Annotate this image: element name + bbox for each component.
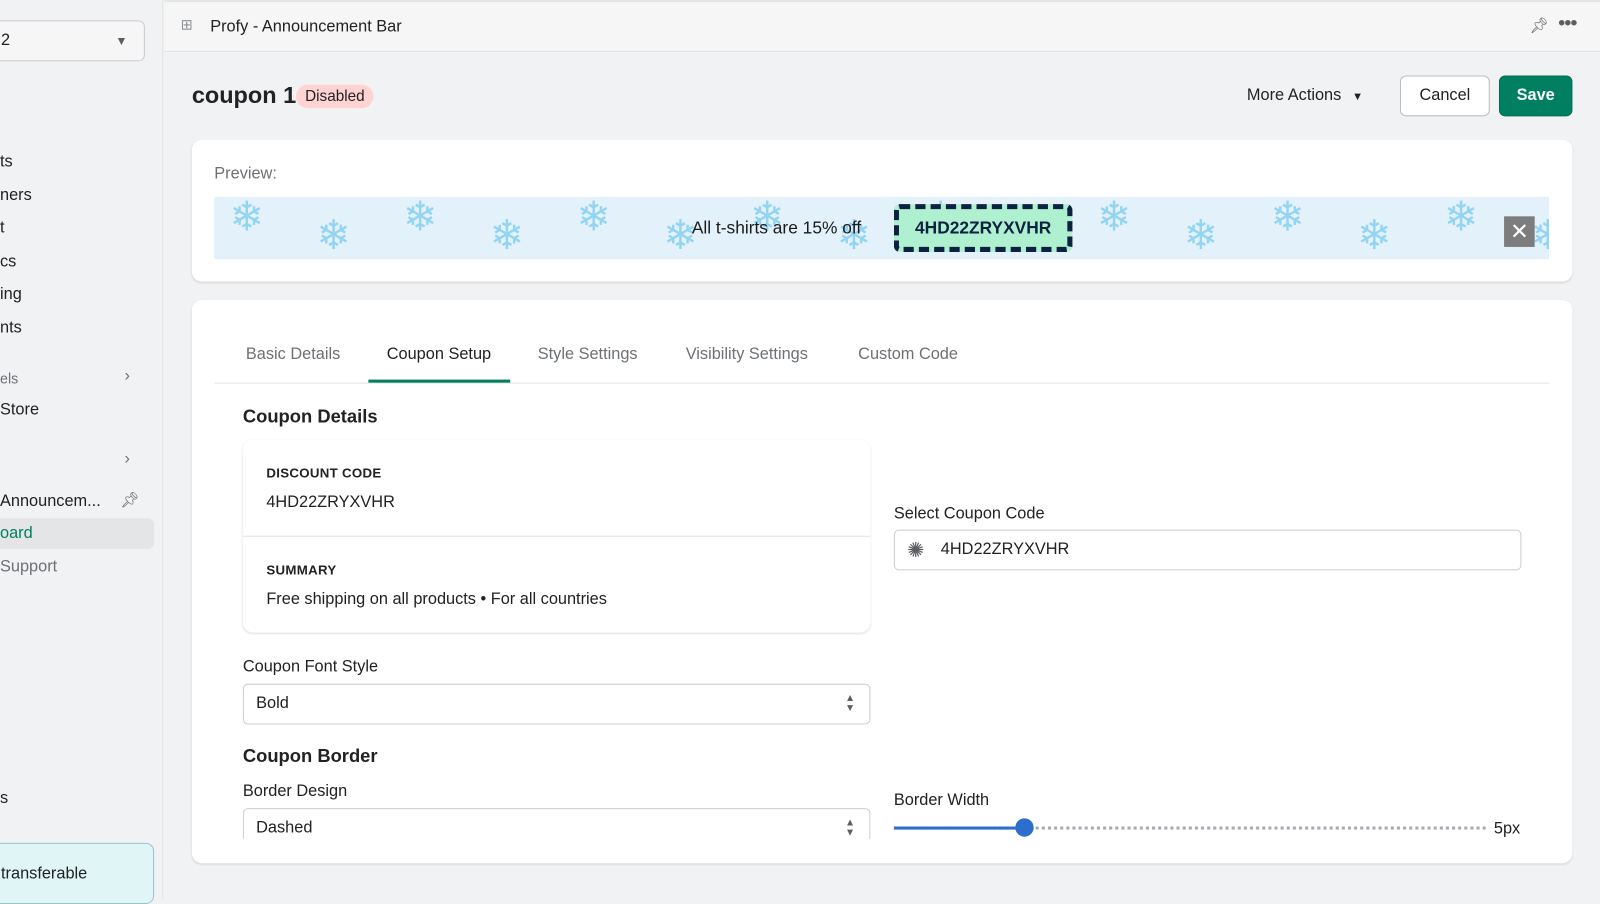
font-style-select[interactable]: Bold ▲ ▼ [242,683,871,725]
discount-code-value: 4HD22ZRYXVHR [266,493,395,512]
snowflake-icon: ❄ [316,213,351,259]
pin-icon[interactable]: 📌︎ [1530,16,1549,34]
close-icon[interactable]: ✕ [1504,216,1535,247]
snowflake-icon: ❄ [229,196,264,240]
border-design-value: Dashed [256,819,313,837]
snowflake-icon: ❄ [489,213,524,259]
tab-coupon-setup[interactable]: Coupon Setup [387,346,491,364]
tab-style-settings[interactable]: Style Settings [538,346,638,364]
more-actions-button[interactable]: More Actions ▼ [1247,87,1363,105]
sidebar-item-app[interactable]: Announcem... [0,493,101,511]
sidebar-item[interactable]: ing [0,286,22,304]
summary-value: Free shipping on all products • For all … [266,590,607,609]
sidebar-banner[interactable]: transferable [0,842,155,904]
snowflake-icon: ❄ [1096,196,1132,240]
summary-label: SUMMARY [266,562,337,578]
store-select[interactable]: 2 ▼ [0,20,145,62]
font-style-value: Bold [256,694,289,713]
chevron-right-icon[interactable]: › [124,367,129,385]
sidebar-item[interactable]: ts [0,153,13,171]
snowflake-icon: ❄ [1270,196,1305,240]
sidebar: 2 ▼ ts ners t cs ing nts els › Store › An… [0,0,164,904]
divider [242,535,871,537]
slider-thumb[interactable] [1014,818,1034,837]
sidebar-item[interactable]: nts [0,319,22,337]
border-design-clip: Dashed ▲ ▼ [242,808,871,839]
preview-card: Preview: ❄❄❄❄❄❄❄❄❄❄❄❄❄❄❄❄ All t-shirts a… [191,139,1573,282]
app-grid-icon: ⊞ [180,16,193,33]
tab-custom-code[interactable]: Custom Code [858,346,958,364]
more-icon[interactable]: ••• [1558,12,1577,35]
caret-down-icon: ▼ [1351,90,1364,104]
sidebar-item[interactable]: ners [0,187,32,205]
select-arrows-icon: ▲ ▼ [844,692,856,715]
select-coupon-input[interactable]: ✺ 4HD22ZRYXVHR [893,529,1522,571]
border-design-select[interactable]: Dashed ▲ ▼ [242,808,871,839]
coupon-details-heading: Coupon Details [242,406,378,427]
sidebar-item-online-store[interactable]: Store [0,401,39,419]
border-design-label: Border Design [242,782,348,800]
announcement-text: All t-shirts are 15% off [691,218,862,238]
announcement-bar-preview: ❄❄❄❄❄❄❄❄❄❄❄❄❄❄❄❄ All t-shirts are 15% of… [214,196,1549,260]
select-arrows-icon: ▲ ▼ [844,817,856,839]
sidebar-section: els [0,370,19,387]
banner-text: transferable [1,865,88,883]
slider-fill [893,826,1025,830]
snowflake-icon: ❄ [403,196,438,240]
cancel-button[interactable]: Cancel [1399,75,1490,117]
chevron-right-icon[interactable]: › [124,450,129,468]
coupon-code-preview[interactable]: 4HD22ZRYXVHR [893,204,1073,253]
select-coupon-label: Select Coupon Code [893,505,1045,523]
discount-badge-icon: ✺ [907,539,925,563]
app-title: Profy - Announcement Bar [210,18,402,36]
preview-label: Preview: [214,165,277,183]
sidebar-subitem-support[interactable]: Support [0,558,57,576]
border-width-value: 5px [1493,820,1521,838]
page-title: coupon 1 [191,81,297,109]
sidebar-subitem-dashboard[interactable]: oard [0,524,33,542]
snowflake-icon: ❄ [1357,213,1392,259]
active-tab-indicator [368,379,511,383]
snowflake-icon: ❄ [1183,213,1218,259]
select-coupon-value: 4HD22ZRYXVHR [940,540,1070,559]
sidebar-item[interactable]: t [0,219,5,237]
coupon-summary-card: DISCOUNT CODE 4HD22ZRYXVHR SUMMARY Free … [242,439,871,633]
border-width-slider[interactable] [893,818,1486,837]
status-badge: Disabled [295,84,374,109]
app-title-bar: ⊞ Profy - Announcement Bar 📌︎ ••• [164,0,1600,53]
save-button[interactable]: Save [1498,75,1573,117]
snowflake-icon: ❄ [1443,196,1479,240]
discount-code-label: DISCOUNT CODE [266,465,382,481]
caret-down-icon: ▼ [115,33,128,48]
sidebar-item[interactable]: cs [0,253,16,271]
tabs-divider [214,382,1549,384]
sidebar-item[interactable]: s [0,790,8,808]
settings-card: Basic Details Coupon Setup Style Setting… [191,299,1573,864]
more-actions-label: More Actions [1246,86,1342,105]
coupon-border-heading: Coupon Border [242,745,378,767]
snowflake-icon: ❄ [576,196,611,240]
pin-icon[interactable]: 📌︎ [120,491,139,509]
tab-visibility-settings[interactable]: Visibility Settings [686,346,808,364]
font-style-label: Coupon Font Style [242,658,379,676]
border-width-label: Border Width [893,791,990,810]
store-select-value: 2 [1,31,11,49]
tab-basic-details[interactable]: Basic Details [246,346,340,364]
